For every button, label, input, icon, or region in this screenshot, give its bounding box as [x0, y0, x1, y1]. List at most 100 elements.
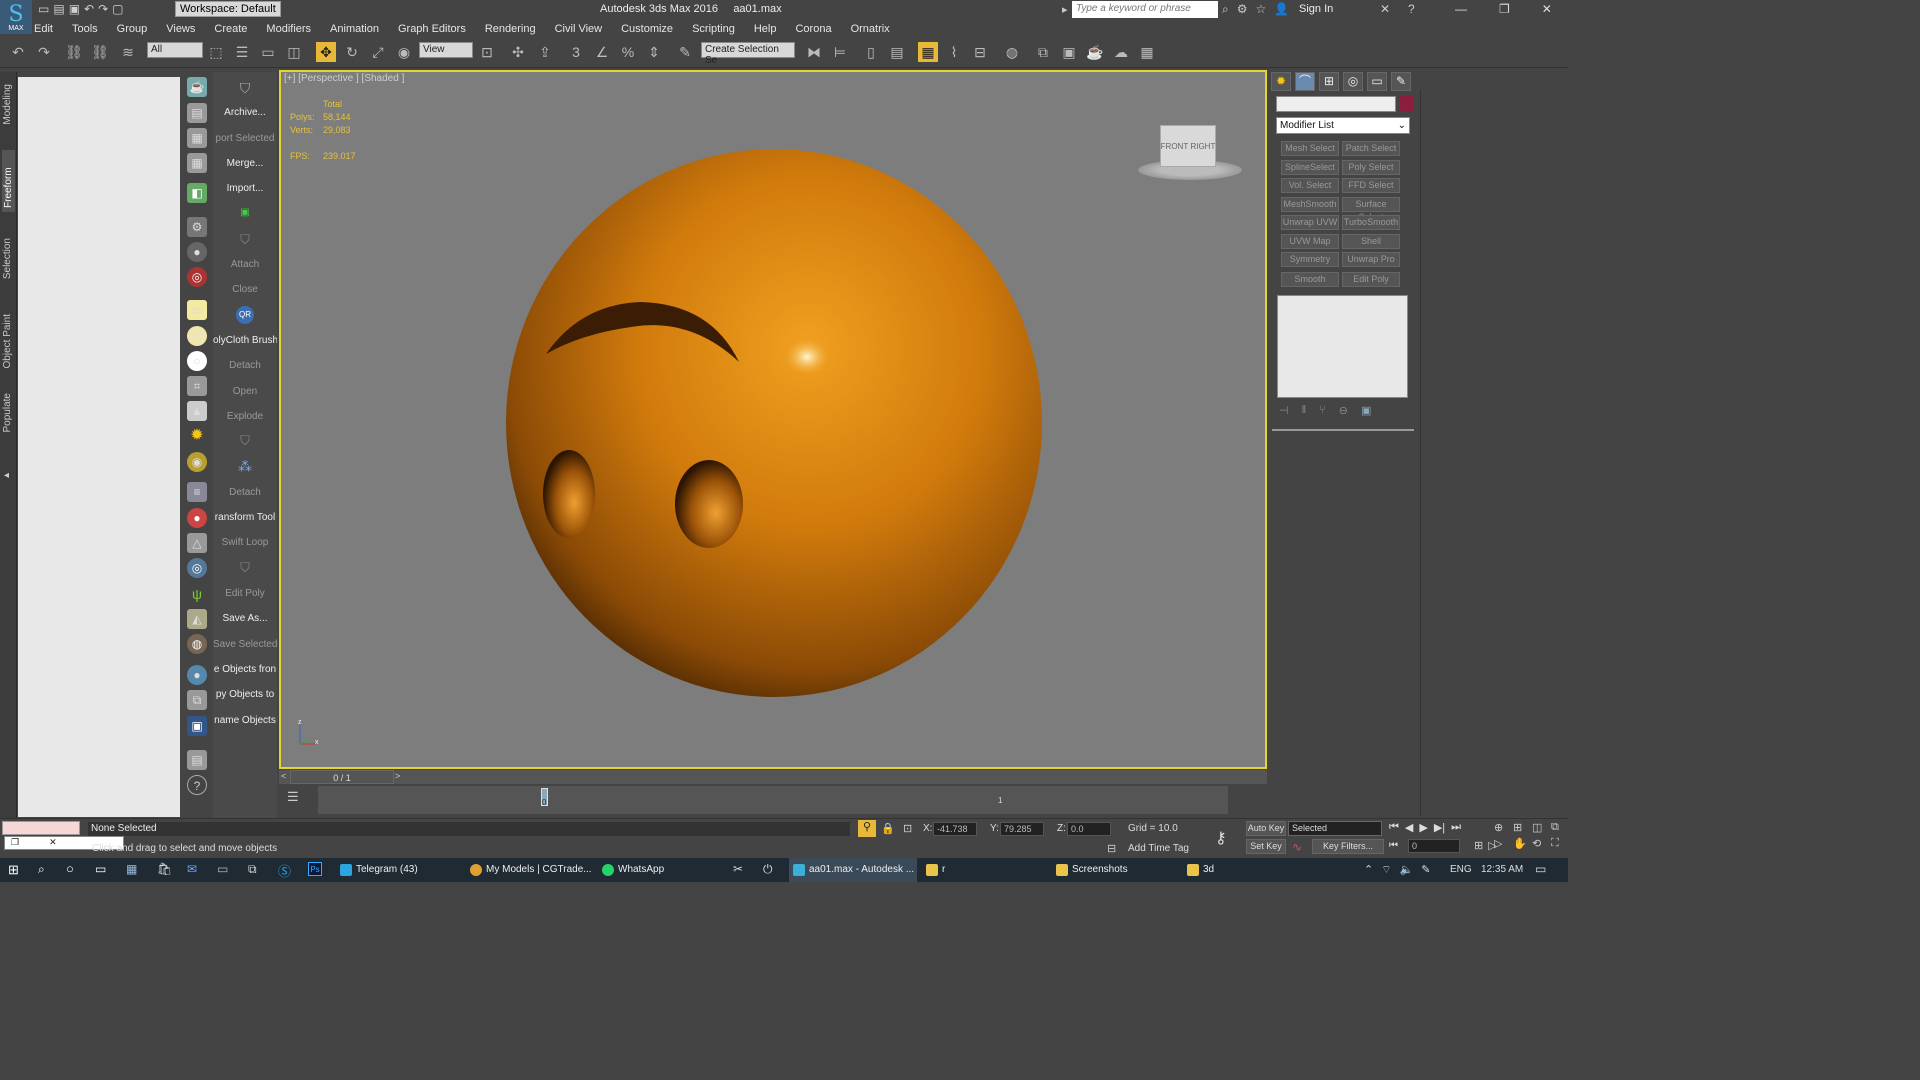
- snipping-tool-icon[interactable]: ✂: [733, 862, 743, 876]
- select-by-name-icon[interactable]: ☰: [232, 42, 252, 62]
- maximize-viewport-icon[interactable]: ⛶: [1551, 837, 1570, 850]
- transform-tool-button[interactable]: ransform Tool: [213, 512, 277, 523]
- search-expand-icon[interactable]: ▸: [1062, 3, 1068, 16]
- sign-in-button[interactable]: Sign In: [1299, 3, 1333, 15]
- object-color-swatch[interactable]: [1400, 96, 1413, 111]
- modifier-button-vol-select[interactable]: Vol. Select: [1281, 178, 1339, 193]
- rendered-frame-window-icon[interactable]: ▣: [1059, 42, 1079, 62]
- detach-button-2[interactable]: Detach: [213, 487, 277, 498]
- qr-icon[interactable]: QR: [213, 306, 277, 324]
- maxscript-listener[interactable]: [2, 821, 80, 835]
- grass-icon[interactable]: ψ: [187, 584, 207, 604]
- key-icon[interactable]: ⚷: [1215, 828, 1227, 848]
- time-next-button[interactable]: >: [395, 771, 400, 781]
- minimize-icon[interactable]: —: [1455, 2, 1467, 16]
- explode-button[interactable]: Explode: [213, 411, 277, 422]
- modify-tab-icon[interactable]: ⌒: [1295, 72, 1315, 91]
- power-icon[interactable]: ⏻: [763, 862, 773, 877]
- paint-icon[interactable]: ●: [187, 508, 207, 528]
- store-icon[interactable]: 🛍: [157, 862, 172, 876]
- zoom-all-icon[interactable]: ⊞: [1513, 821, 1532, 834]
- zoom-icon[interactable]: ⊕: [1494, 821, 1513, 834]
- photoshop-icon[interactable]: Ps: [308, 862, 322, 876]
- volume-icon[interactable]: 🔈: [1400, 863, 1414, 877]
- modifier-button-edit-poly[interactable]: Edit Poly: [1342, 272, 1400, 287]
- taskbar-3d[interactable]: 3d: [1183, 858, 1309, 882]
- edit-poly-button[interactable]: Edit Poly: [213, 588, 277, 599]
- orbit-icon[interactable]: ⟲: [1532, 837, 1551, 850]
- menu-tools[interactable]: Tools: [72, 23, 98, 35]
- disc-icon[interactable]: ⬭: [187, 326, 207, 346]
- terrain-icon[interactable]: ◭: [187, 609, 207, 629]
- open-file-icon[interactable]: ▤: [53, 2, 64, 16]
- go-to-start-icon[interactable]: ⏮: [1389, 821, 1399, 834]
- taskbar-whatsapp[interactable]: WhatsApp: [598, 858, 724, 882]
- teapot-icon[interactable]: ☕: [187, 77, 207, 97]
- create-tab-icon[interactable]: ✹: [1271, 72, 1291, 91]
- save-selected-button[interactable]: Save Selected: [213, 639, 277, 650]
- snaps-toggle-icon[interactable]: 3: [566, 42, 586, 62]
- modifier-button-turbosmooth[interactable]: TurboSmooth: [1342, 215, 1400, 230]
- perspective-viewport[interactable]: [279, 70, 1267, 769]
- wifi-icon[interactable]: ⌔: [1381, 863, 1391, 877]
- pivot-center-icon[interactable]: ⊡: [477, 42, 497, 62]
- track-bar[interactable]: [318, 786, 1228, 814]
- align-icon[interactable]: ⊨: [830, 42, 850, 62]
- modifier-button-meshsmooth[interactable]: MeshSmooth: [1281, 197, 1339, 212]
- pyramid-icon[interactable]: △: [187, 533, 207, 553]
- modifier-button-spline-select[interactable]: SplineSelect: [1281, 160, 1339, 175]
- detach-button[interactable]: Detach: [213, 360, 277, 371]
- close-button[interactable]: Close: [213, 284, 277, 295]
- maximize-icon[interactable]: ❐: [1499, 2, 1510, 16]
- globe-icon[interactable]: ◎: [187, 558, 207, 578]
- unlink-icon[interactable]: ⛓: [90, 42, 110, 62]
- tab-freeform[interactable]: Freeform: [2, 150, 15, 212]
- named-selection-sets-dropdown[interactable]: Create Selection Se: [701, 42, 795, 66]
- angle-snap-icon[interactable]: ∠: [592, 42, 612, 62]
- export-icon[interactable]: ▤: [187, 750, 207, 770]
- keyboard-shortcut-override-icon[interactable]: ⇪: [535, 42, 555, 62]
- attach-button[interactable]: Attach: [213, 259, 277, 270]
- menu-group[interactable]: Group: [117, 23, 148, 35]
- modifier-button-smooth[interactable]: Smooth: [1281, 272, 1339, 287]
- key-filters-button[interactable]: Key Filters...: [1312, 839, 1384, 854]
- exchange-icon[interactable]: ⚙: [1237, 2, 1248, 17]
- project-icon[interactable]: ▢: [112, 2, 123, 16]
- modifier-button-ffd-select[interactable]: FFD Select: [1342, 178, 1400, 193]
- language-indicator[interactable]: ENG: [1450, 864, 1472, 875]
- gear-hook-icon[interactable]: ⚙: [187, 217, 207, 237]
- modifier-button-shell[interactable]: Shell: [1342, 234, 1400, 249]
- isolate-selection-icon[interactable]: ⚲: [858, 820, 876, 837]
- selection-filter-dropdown[interactable]: All: [147, 42, 203, 58]
- calculator-icon[interactable]: ▦: [126, 862, 137, 876]
- scene-explorer-icon[interactable]: ▯: [861, 42, 881, 62]
- grid-list-icon[interactable]: ▦: [187, 153, 207, 173]
- network-app-icon[interactable]: ⧉: [248, 862, 257, 877]
- modifier-button-surface-select[interactable]: Surface Select: [1342, 197, 1400, 222]
- tray-expand-icon[interactable]: ⌃: [1364, 863, 1373, 877]
- menu-rendering[interactable]: Rendering: [485, 23, 536, 35]
- workspace-dropdown[interactable]: Workspace: Default: [175, 1, 281, 17]
- export-selected-button[interactable]: port Selected: [213, 133, 277, 144]
- copy-objects-button[interactable]: py Objects to: [213, 689, 277, 700]
- render-production-icon[interactable]: ☕: [1085, 42, 1105, 62]
- search-input[interactable]: Type a keyword or phrase: [1072, 1, 1218, 18]
- cortana-icon[interactable]: ○: [66, 861, 74, 876]
- x-coordinate-field[interactable]: -41.738: [933, 822, 977, 836]
- time-slider-thumb[interactable]: 0 / 1: [290, 770, 394, 784]
- default-in-out-tangent-icon[interactable]: ∿: [1292, 840, 1302, 854]
- rename-icon[interactable]: ▣: [187, 716, 207, 736]
- configure-sets-icon[interactable]: ▣: [1361, 404, 1371, 417]
- a360-render-icon[interactable]: ▦: [1137, 42, 1157, 62]
- auto-key-button[interactable]: Auto Key: [1246, 821, 1286, 836]
- undo-icon[interactable]: ↶: [84, 2, 94, 16]
- tab-object-paint[interactable]: Object Paint: [2, 314, 13, 368]
- link-icon[interactable]: ⛓: [64, 42, 84, 62]
- taskbar-telegram[interactable]: Telegram (43): [336, 858, 461, 882]
- tab-populate[interactable]: Populate: [2, 393, 13, 432]
- cone-icon[interactable]: ▲: [187, 401, 207, 421]
- mirror-icon[interactable]: ⧓: [804, 42, 824, 62]
- time-slider[interactable]: [279, 770, 1267, 784]
- redo-icon[interactable]: ↷: [34, 42, 54, 62]
- menu-corona[interactable]: Corona: [795, 23, 831, 35]
